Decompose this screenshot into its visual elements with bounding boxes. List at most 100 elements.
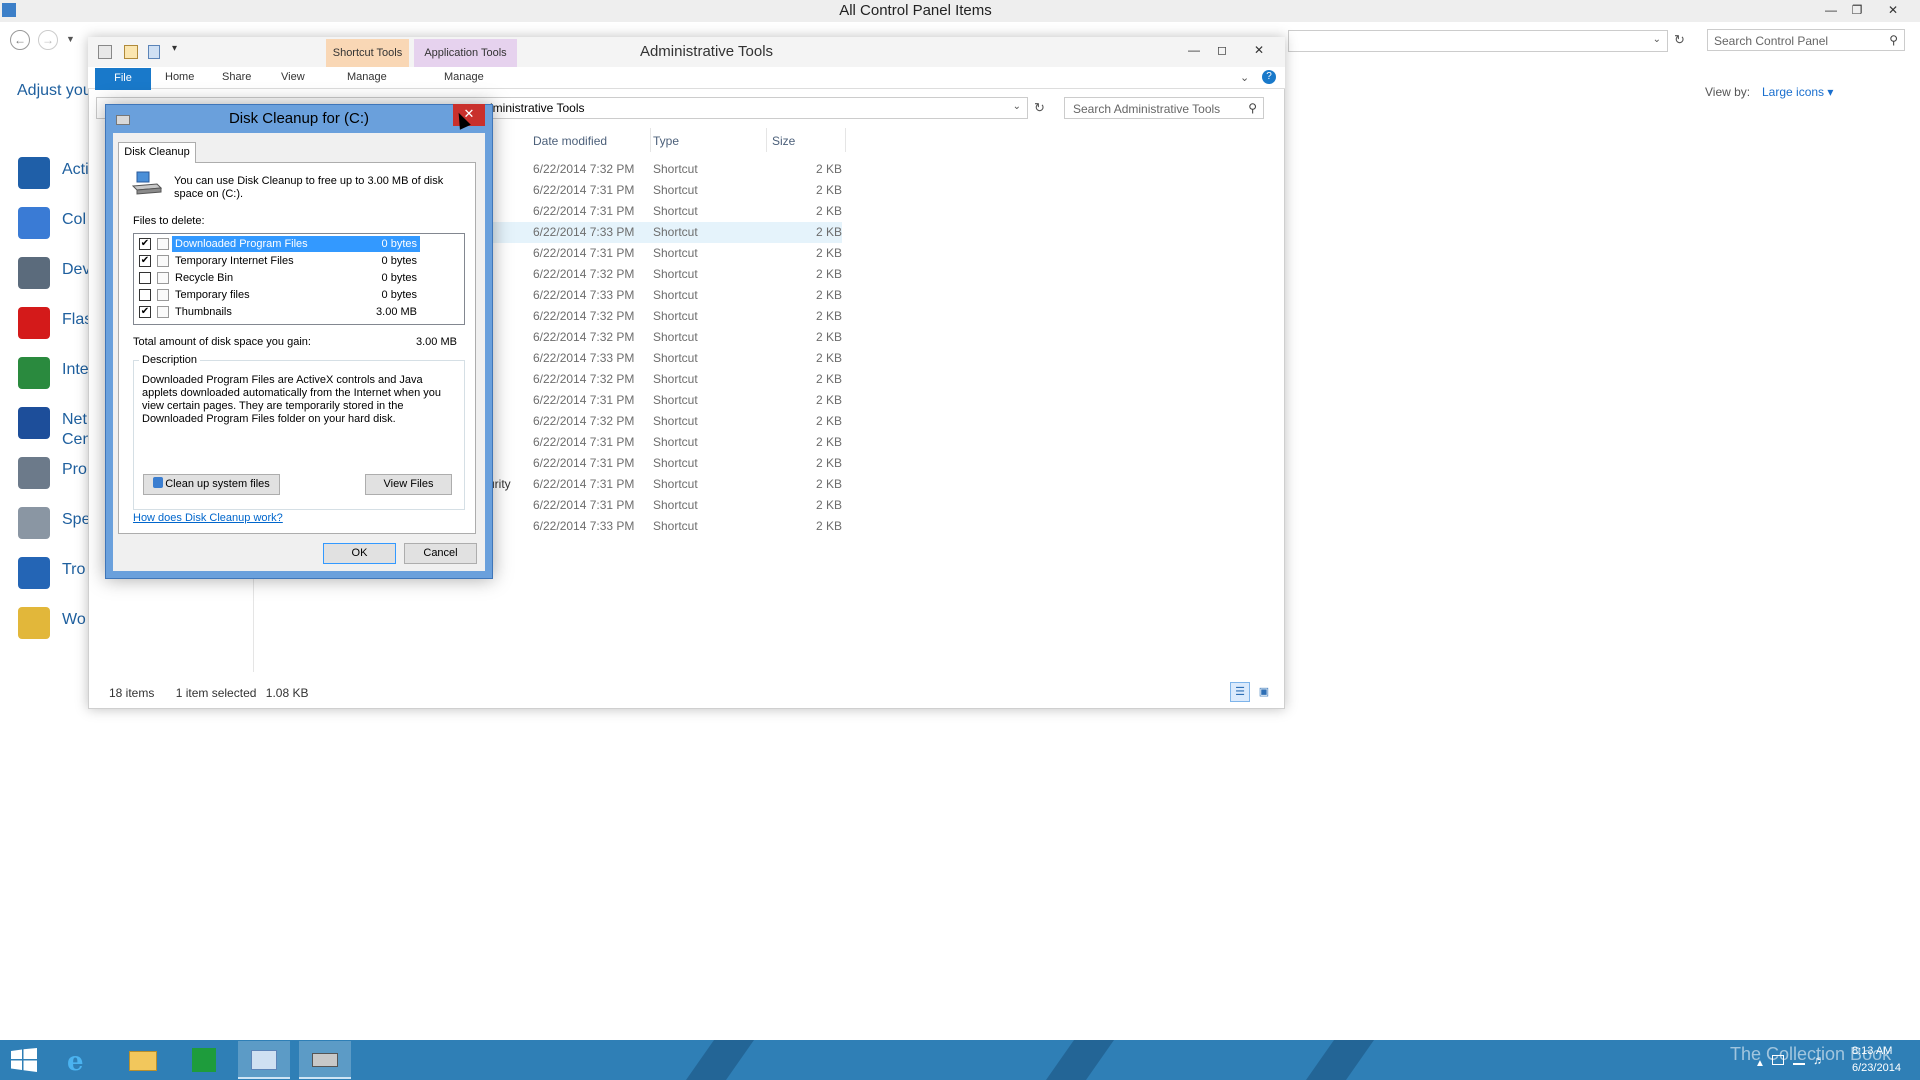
taskbar-store[interactable] bbox=[178, 1041, 230, 1079]
table-row[interactable]: 6/22/2014 7:32 PM Shortcut 2 KB bbox=[488, 159, 842, 180]
help-icon[interactable]: ? bbox=[1262, 70, 1276, 84]
list-item[interactable]: ✔ Thumbnails 3.00 MB bbox=[134, 304, 444, 321]
tray-volume-icon[interactable]: ♬ bbox=[1813, 1053, 1825, 1067]
control-panel-search-input[interactable]: Search Control Panel ⚲ bbox=[1707, 29, 1905, 51]
close-button[interactable]: ✕ bbox=[1880, 0, 1906, 22]
table-row[interactable]: 6/22/2014 7:31 PM Shortcut 2 KB bbox=[488, 390, 842, 411]
taskbar-internet-explorer[interactable]: e bbox=[55, 1041, 107, 1079]
refresh-icon[interactable]: ↻ bbox=[1674, 32, 1685, 48]
explorer-maximize-button[interactable]: ◻ bbox=[1209, 40, 1235, 62]
control-panel-item[interactable]: Pro bbox=[18, 453, 98, 493]
table-row[interactable]: 6/22/2014 7:32 PM Shortcut 2 KB bbox=[488, 369, 842, 390]
shield-icon bbox=[153, 477, 164, 488]
table-row[interactable]: 6/22/2014 7:31 PM Shortcut 2 KB bbox=[488, 474, 842, 495]
explorer-minimize-button[interactable]: — bbox=[1181, 40, 1207, 62]
control-panel-item[interactable]: Wo bbox=[18, 603, 98, 643]
control-panel-item[interactable]: Net Cen bbox=[18, 403, 98, 448]
cell-date-modified: 6/22/2014 7:33 PM bbox=[533, 288, 635, 302]
table-row[interactable]: 6/22/2014 7:31 PM Shortcut 2 KB bbox=[488, 495, 842, 516]
tray-show-hidden-icon[interactable]: ▲ bbox=[1755, 1058, 1765, 1069]
table-row[interactable]: 6/22/2014 7:31 PM Shortcut 2 KB bbox=[488, 201, 842, 222]
file-checkbox[interactable]: ✔ bbox=[139, 306, 151, 318]
tab-application-manage[interactable]: Manage bbox=[444, 71, 484, 83]
tray-clock-date[interactable]: 6/23/2014 bbox=[1852, 1062, 1901, 1074]
table-row[interactable]: 6/22/2014 7:33 PM Shortcut 2 KB bbox=[488, 222, 842, 243]
control-panel-item-label: Tro bbox=[62, 561, 86, 578]
file-checkbox[interactable]: ✔ bbox=[139, 255, 151, 267]
cancel-button[interactable]: Cancel bbox=[404, 543, 477, 564]
table-row[interactable]: 6/22/2014 7:33 PM Shortcut 2 KB bbox=[488, 285, 842, 306]
search-icon[interactable]: ⚲ bbox=[1889, 33, 1898, 47]
tab-disk-cleanup[interactable]: Disk Cleanup bbox=[118, 142, 196, 163]
explorer-search-input[interactable]: Search Administrative Tools ⚲ bbox=[1064, 97, 1264, 119]
list-item[interactable]: Recycle Bin 0 bytes bbox=[134, 270, 444, 287]
table-row[interactable]: 6/22/2014 7:32 PM Shortcut 2 KB bbox=[488, 327, 842, 348]
control-panel-item[interactable]: Inte bbox=[18, 353, 98, 393]
tab-share[interactable]: Share bbox=[222, 71, 251, 83]
column-separator[interactable] bbox=[845, 128, 846, 152]
control-panel-item[interactable]: Tro bbox=[18, 553, 98, 593]
tray-network-icon[interactable] bbox=[1793, 1055, 1805, 1065]
restore-button[interactable]: ❐ bbox=[1844, 0, 1870, 22]
control-panel-item[interactable]: Col bbox=[18, 203, 98, 243]
file-checkbox[interactable]: ✔ bbox=[139, 238, 151, 250]
explorer-search-icon[interactable]: ⚲ bbox=[1248, 101, 1257, 115]
explorer-address-dropdown-icon[interactable]: ⌄ bbox=[1013, 101, 1021, 112]
control-panel-item[interactable]: Acti bbox=[18, 153, 98, 193]
start-button[interactable] bbox=[10, 1048, 38, 1072]
file-category-name: Downloaded Program Files bbox=[172, 236, 360, 252]
table-row[interactable]: 6/22/2014 7:32 PM Shortcut 2 KB bbox=[488, 264, 842, 285]
recent-pages-chevron-icon[interactable]: ▼ bbox=[66, 34, 75, 44]
ok-button[interactable]: OK bbox=[323, 543, 396, 564]
taskbar-disk-cleanup[interactable] bbox=[299, 1041, 351, 1079]
tray-action-center-icon[interactable] bbox=[1772, 1055, 1784, 1065]
cell-type: Shortcut bbox=[653, 246, 698, 260]
view-files-button[interactable]: View Files bbox=[365, 474, 452, 495]
table-row[interactable]: 6/22/2014 7:33 PM Shortcut 2 KB bbox=[488, 348, 842, 369]
view-by-dropdown[interactable]: Large icons ▾ bbox=[1762, 85, 1833, 99]
list-item[interactable]: ✔ Temporary Internet Files 0 bytes bbox=[134, 253, 444, 270]
taskbar-control-panel[interactable] bbox=[238, 1041, 290, 1079]
tray-clock-time[interactable]: 8:13 AM bbox=[1852, 1045, 1892, 1057]
column-separator[interactable] bbox=[650, 128, 651, 152]
minimize-button[interactable]: — bbox=[1818, 0, 1844, 22]
cell-type: Shortcut bbox=[653, 519, 698, 533]
table-row[interactable]: 6/22/2014 7:31 PM Shortcut 2 KB bbox=[488, 432, 842, 453]
table-row[interactable]: 6/22/2014 7:32 PM Shortcut 2 KB bbox=[488, 411, 842, 432]
back-arrow-icon[interactable]: ← bbox=[10, 30, 30, 50]
table-row[interactable]: 6/22/2014 7:31 PM Shortcut 2 KB bbox=[488, 180, 842, 201]
file-checkbox[interactable] bbox=[139, 272, 151, 284]
cell-date-modified: 6/22/2014 7:31 PM bbox=[533, 435, 635, 449]
list-item[interactable]: ✔ Downloaded Program Files 0 bytes bbox=[134, 236, 444, 253]
forward-arrow-icon[interactable]: → bbox=[38, 30, 58, 50]
control-panel-item[interactable]: Flas bbox=[18, 303, 98, 343]
table-row[interactable]: 6/22/2014 7:33 PM Shortcut 2 KB bbox=[488, 516, 842, 537]
column-header-date-modified[interactable]: Date modified bbox=[533, 134, 607, 148]
control-panel-item-label: Pro bbox=[62, 461, 87, 478]
explorer-refresh-icon[interactable]: ↻ bbox=[1034, 100, 1045, 116]
control-panel-address-bar[interactable]: ⌄ bbox=[1288, 30, 1668, 52]
tab-file[interactable]: File bbox=[95, 68, 151, 90]
tab-home[interactable]: Home bbox=[165, 71, 194, 83]
file-category-icon bbox=[157, 306, 169, 318]
file-checkbox[interactable] bbox=[139, 289, 151, 301]
taskbar-file-explorer[interactable] bbox=[117, 1041, 169, 1079]
details-view-icon[interactable]: ☰ bbox=[1230, 682, 1250, 702]
tab-shortcut-manage[interactable]: Manage bbox=[347, 71, 387, 83]
table-row[interactable]: 6/22/2014 7:31 PM Shortcut 2 KB bbox=[488, 243, 842, 264]
control-panel-item[interactable]: Dev bbox=[18, 253, 98, 293]
table-row[interactable]: 6/22/2014 7:31 PM Shortcut 2 KB bbox=[488, 453, 842, 474]
control-panel-item[interactable]: Spe bbox=[18, 503, 98, 543]
address-dropdown-icon[interactable]: ⌄ bbox=[1653, 34, 1661, 45]
column-header-size[interactable]: Size bbox=[772, 134, 795, 148]
list-item[interactable]: Temporary files 0 bytes bbox=[134, 287, 444, 304]
tab-view[interactable]: View bbox=[281, 71, 305, 83]
column-header-type[interactable]: Type bbox=[653, 134, 679, 148]
disk-cleanup-help-link[interactable]: How does Disk Cleanup work? bbox=[133, 512, 283, 524]
table-row[interactable]: 6/22/2014 7:32 PM Shortcut 2 KB bbox=[488, 306, 842, 327]
column-separator[interactable] bbox=[766, 128, 767, 152]
large-icons-view-icon[interactable]: ▣ bbox=[1254, 682, 1274, 702]
expand-ribbon-chevron-icon[interactable]: ⌄ bbox=[1240, 71, 1249, 84]
explorer-close-button[interactable]: ✕ bbox=[1239, 40, 1279, 62]
clean-up-system-files-button[interactable]: Clean up system files bbox=[143, 474, 280, 495]
